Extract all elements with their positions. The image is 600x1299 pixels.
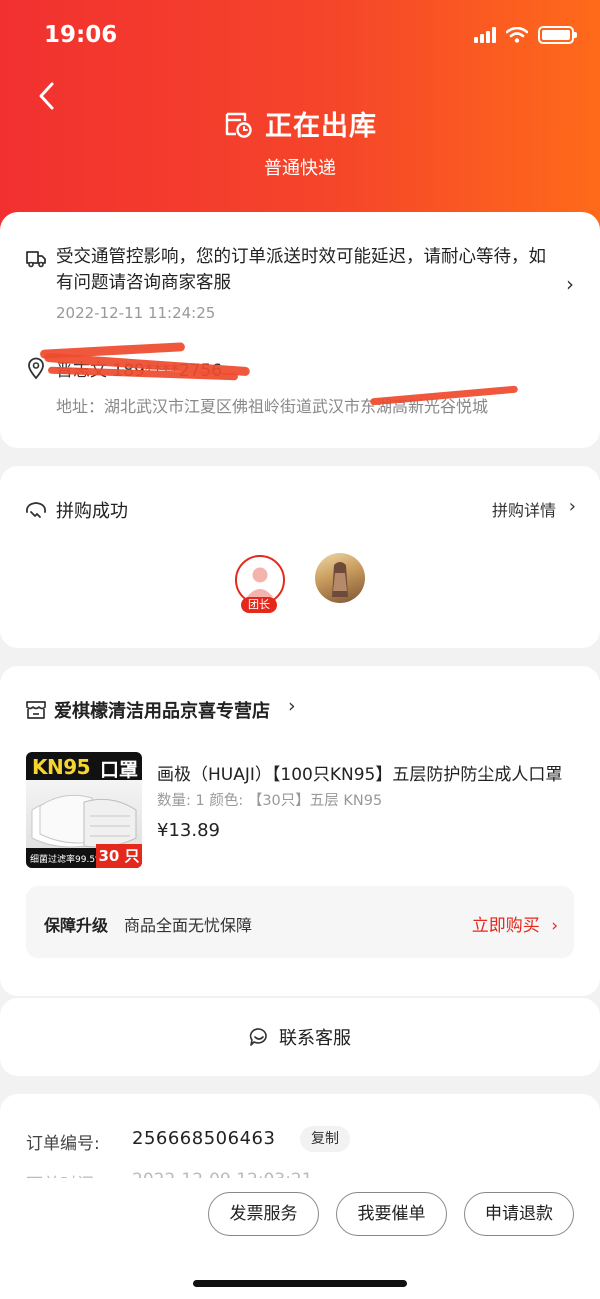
cellular-signal-icon [474,27,496,43]
member-photo [332,562,348,597]
battery-icon [538,26,577,44]
wifi-icon [506,27,528,43]
product-title[interactable]: 画极（HUAJI）【100只KN95】五层防护防尘成人口罩 [157,760,577,785]
buy-now-link[interactable]: 立即购买 › [472,911,558,936]
product-image-kind: 口罩 [99,759,138,781]
logistics-notice: 受交通管控影响，您的订单派送时效可能延迟，请耐心等待，如有问题请咨询商家客服 [56,247,546,293]
status-icons [474,26,577,44]
handshake-icon [26,502,46,518]
shop-chevron-icon[interactable]: › [288,695,296,717]
buy-now-label: 立即购买 [471,916,540,936]
avatar-member [315,553,365,603]
invoice-service-button[interactable]: 发票服务 [208,1192,319,1236]
order-number: 256668506463 [132,1128,276,1149]
truck-icon [26,251,46,268]
contact-service-button[interactable]: 联系客服 [0,1024,600,1050]
shipping-type: 普通快递 [264,158,336,179]
shop-icon [26,701,46,719]
urge-order-button[interactable]: 我要催单 [336,1192,447,1236]
group-buy-detail-link[interactable]: 拼购详情 [492,497,556,521]
product-image-count: 30 只 [96,844,142,868]
copy-button[interactable]: 复制 [300,1126,350,1152]
shop-name-link[interactable]: 爱棋檬清洁用品京喜专营店 [54,697,270,723]
product-image-brand: KN95 [32,755,91,779]
product-image-filter: 细菌过滤率99.5% [30,855,104,865]
leader-badge: 团长 [241,597,277,613]
request-refund-button[interactable]: 申请退款 [464,1192,574,1236]
title-text: 正在出库 [265,111,377,142]
logistics-chevron-icon[interactable]: › [566,272,574,296]
home-indicator[interactable] [193,1280,407,1287]
product-spec: 数量: 1 颜色: 【30只】五层 KN95 [157,793,383,809]
chat-bubble-icon [249,1028,267,1046]
page-title: 正在出库 [0,104,600,143]
guarantee-upgrade-banner[interactable]: 保障升级 商品全面无忧保障 立即购买 › [26,886,574,958]
contact-label: 联系客服 [279,1028,351,1049]
guarantee-title: 保障升级 [44,916,109,935]
group-detail-chevron-icon[interactable]: › [569,496,576,517]
status-bar: 19:06 [0,0,600,72]
buy-now-chevron-icon: › [551,916,558,936]
logistics-time: 2022-12-11 11:24:25 [56,304,216,322]
product-image[interactable]: KN95 口罩 细菌过滤率99.5% 30 只 [26,752,142,868]
group-buy-title: 拼购成功 [56,501,128,522]
guarantee-desc: 商品全面无忧保障 [124,916,253,935]
package-clock-icon [225,112,252,138]
product-price: ¥13.89 [157,820,220,841]
group-buy-card [0,466,600,648]
order-number-label: 订单编号: [26,1134,100,1154]
status-time: 19:06 [44,22,118,48]
